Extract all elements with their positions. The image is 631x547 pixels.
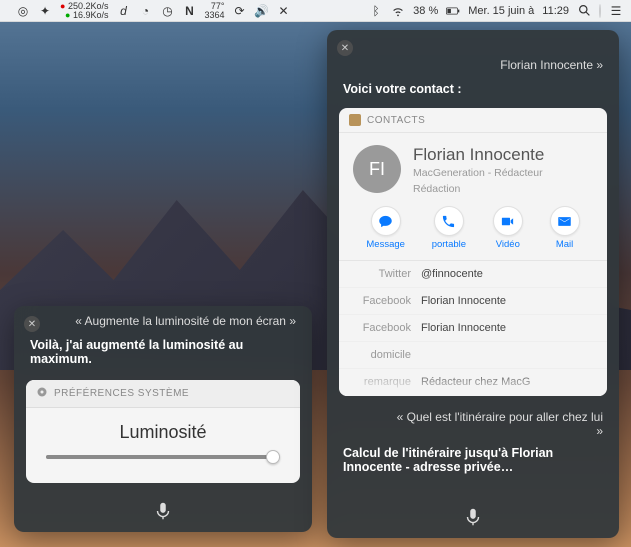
brightness-slider[interactable]	[46, 455, 280, 459]
wifi-icon[interactable]	[391, 4, 405, 18]
field-row: domicile	[339, 342, 607, 369]
siri-panel-contact: ✕ Florian Innocente » Voici votre contac…	[327, 30, 619, 538]
siri-response-brightness: Voilà, j'ai augmenté la luminosité au ma…	[14, 334, 312, 374]
clock-menubar-icon[interactable]: ◷	[160, 4, 174, 18]
avatar: FI	[353, 145, 401, 193]
contact-subtitle-2: Rédaction	[413, 182, 544, 197]
bluetooth-icon[interactable]: ᛒ	[369, 4, 383, 18]
mail-button[interactable]: Mail	[550, 206, 580, 250]
menubar-app-icon-1[interactable]: ◎	[16, 4, 30, 18]
tools-icon[interactable]: ✕	[277, 4, 291, 18]
close-icon[interactable]: ✕	[337, 40, 353, 56]
temp-stats[interactable]: 77° 3364	[204, 2, 224, 20]
contacts-header: CONTACTS	[339, 108, 607, 133]
field-row: FacebookFlorian Innocente	[339, 315, 607, 342]
field-row: FacebookFlorian Innocente	[339, 288, 607, 315]
battery-percent[interactable]: 38 %	[413, 5, 438, 17]
menubar-app-icon-2[interactable]: ✦	[38, 4, 52, 18]
siri-query-directions: « Quel est l'itinéraire pour aller chez …	[327, 404, 619, 442]
istat-d-icon[interactable]: d	[116, 4, 130, 18]
field-row: Twitter@finnocente	[339, 261, 607, 288]
close-icon[interactable]: ✕	[24, 316, 40, 332]
contact-card: CONTACTS FI Florian Innocente MacGenerat…	[339, 108, 607, 396]
battery-icon[interactable]	[446, 4, 460, 18]
contact-subtitle-1: MacGeneration - Rédacteur	[413, 166, 544, 181]
menubar-time[interactable]: 11:29	[542, 5, 569, 17]
siri-query-brightness: « Augmente la luminosité de mon écran »	[14, 306, 312, 334]
slider-thumb[interactable]	[266, 450, 280, 464]
video-button[interactable]: Vidéo	[493, 206, 523, 250]
siri-response-contact: Voici votre contact :	[327, 78, 619, 104]
card-header: PRÉFÉRENCES SYSTÈME	[26, 380, 300, 408]
microphone-icon[interactable]	[462, 506, 484, 528]
menubar: ◎ ✦ ● 250.2Ko/s ● 16.9Ko/s d ◔ ◷ N 77° 3…	[0, 0, 631, 22]
contacts-book-icon	[349, 114, 361, 126]
sync-icon[interactable]: ⟳	[233, 4, 247, 18]
siri-query-contact-truncated: Florian Innocente »	[327, 30, 619, 78]
fade-overlay	[339, 370, 607, 396]
message-button[interactable]: Message	[366, 206, 405, 250]
menubar-date[interactable]: Mer. 15 juin à	[468, 5, 534, 17]
call-button[interactable]: portable	[432, 206, 466, 250]
volume-icon[interactable]: 🔊	[255, 4, 269, 18]
siri-response-directions: Calcul de l'itinéraire jusqu'à Florian I…	[327, 442, 619, 482]
contact-name: Florian Innocente	[413, 145, 544, 165]
notif-n-icon[interactable]: N	[182, 4, 196, 18]
card-title: PRÉFÉRENCES SYSTÈME	[54, 388, 189, 399]
pie-icon[interactable]: ◔	[138, 4, 152, 18]
spotlight-icon[interactable]	[577, 4, 591, 18]
siri-panel-brightness: ✕ « Augmente la luminosité de mon écran …	[14, 306, 312, 532]
brightness-label: Luminosité	[42, 422, 284, 443]
siri-menubar-icon[interactable]	[599, 5, 601, 17]
system-preferences-card: PRÉFÉRENCES SYSTÈME Luminosité	[26, 380, 300, 483]
microphone-icon[interactable]	[152, 500, 174, 522]
gear-icon	[36, 386, 48, 401]
network-stats[interactable]: ● 250.2Ko/s ● 16.9Ko/s	[60, 2, 108, 20]
notification-center-icon[interactable]: ☰	[609, 4, 623, 18]
